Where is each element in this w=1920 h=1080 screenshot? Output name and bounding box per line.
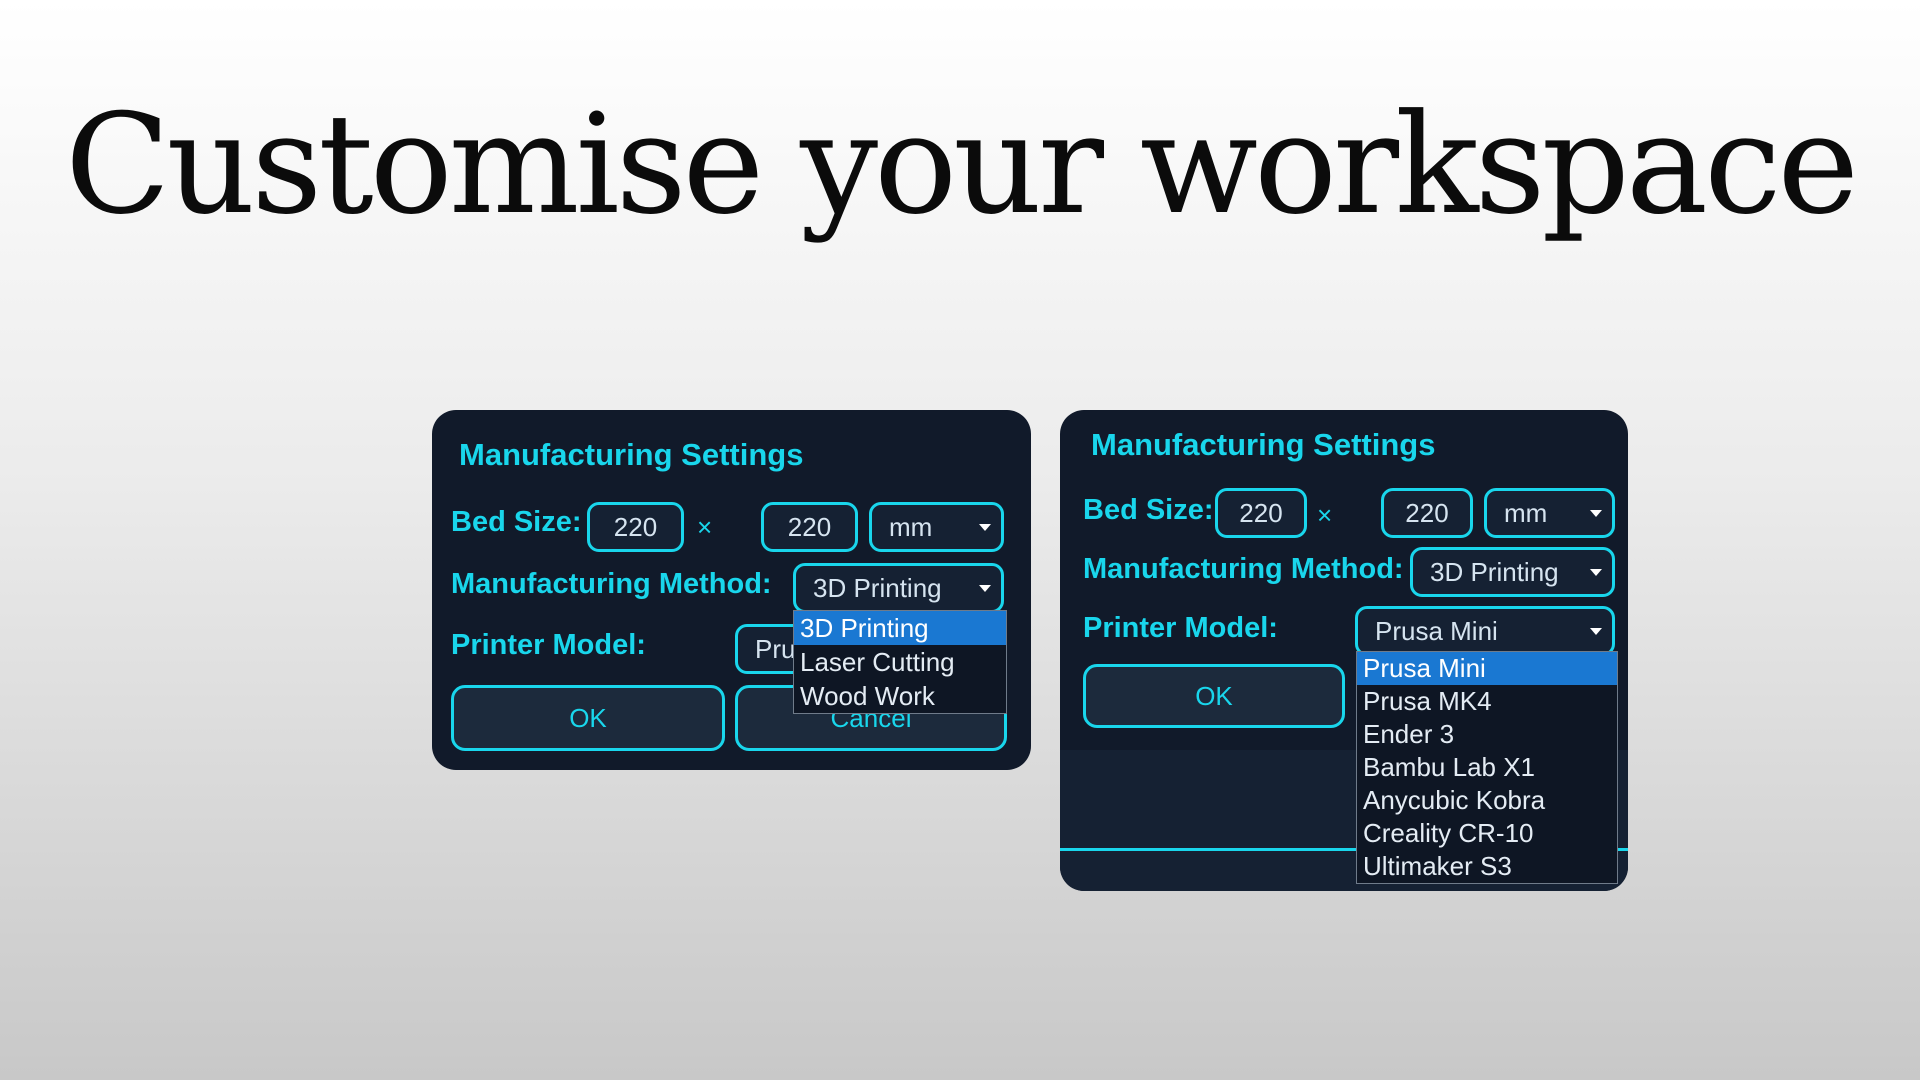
bed-depth-input[interactable]: 220	[761, 502, 858, 552]
ok-button[interactable]: OK	[451, 685, 725, 751]
chevron-down-icon	[1590, 569, 1602, 576]
manufacturing-settings-dialog-left: Manufacturing Settings Bed Size: 220 × 2…	[432, 410, 1031, 770]
manufacturing-method-value: 3D Printing	[813, 572, 942, 603]
chevron-down-icon	[979, 524, 991, 531]
bed-depth-input[interactable]: 220	[1381, 488, 1473, 538]
printer-model-select[interactable]: Prusa Mini	[1355, 606, 1615, 656]
dialog-title: Manufacturing Settings	[1091, 427, 1436, 462]
dropdown-option-wood-work[interactable]: Wood Work	[794, 679, 1006, 713]
times-sign: ×	[697, 512, 713, 542]
printer-model-label: Printer Model:	[451, 629, 646, 661]
manufacturing-method-select[interactable]: 3D Printing	[1410, 547, 1615, 597]
manufacturing-settings-dialog-right: Manufacturing Settings Bed Size: 220 × 2…	[1060, 410, 1628, 891]
printer-model-dropdown: Prusa Mini Prusa MK4 Ender 3 Bambu Lab X…	[1356, 651, 1618, 884]
dropdown-option-ender-3[interactable]: Ender 3	[1357, 718, 1617, 751]
dropdown-option-prusa-mini[interactable]: Prusa Mini	[1357, 652, 1617, 685]
dropdown-option-anycubic-kobra[interactable]: Anycubic Kobra	[1357, 784, 1617, 817]
dropdown-option-creality-cr-10[interactable]: Creality CR-10	[1357, 817, 1617, 850]
ok-button[interactable]: OK	[1083, 664, 1345, 728]
chevron-down-icon	[1590, 628, 1602, 635]
bed-width-input[interactable]: 220	[1215, 488, 1307, 538]
dropdown-option-bambu-lab-x1[interactable]: Bambu Lab X1	[1357, 751, 1617, 784]
printer-model-value: Prusa Mini	[1375, 615, 1498, 646]
dropdown-option-3d-printing[interactable]: 3D Printing	[794, 611, 1006, 645]
unit-value: mm	[889, 511, 933, 542]
dropdown-option-prusa-mk4[interactable]: Prusa MK4	[1357, 685, 1617, 718]
printer-model-value: Pru	[755, 633, 796, 664]
chevron-down-icon	[979, 585, 991, 592]
dropdown-option-ultimaker-s3[interactable]: Ultimaker S3	[1357, 850, 1617, 883]
manufacturing-method-label: Manufacturing Method:	[1083, 553, 1404, 585]
printer-model-label: Printer Model:	[1083, 612, 1278, 644]
bed-width-input[interactable]: 220	[587, 502, 684, 552]
manufacturing-method-dropdown: 3D Printing Laser Cutting Wood Work	[793, 610, 1007, 714]
manufacturing-method-label: Manufacturing Method:	[451, 568, 772, 600]
unit-select[interactable]: mm	[869, 502, 1004, 552]
manufacturing-method-select[interactable]: 3D Printing	[793, 563, 1004, 613]
dialog-title: Manufacturing Settings	[459, 437, 804, 472]
times-sign: ×	[1317, 500, 1333, 530]
page-headline: Customise your workspace	[64, 84, 1859, 245]
unit-value: mm	[1504, 497, 1548, 528]
bed-size-label: Bed Size:	[1083, 494, 1214, 526]
bed-size-label: Bed Size:	[451, 506, 582, 538]
chevron-down-icon	[1590, 510, 1602, 517]
unit-select[interactable]: mm	[1484, 488, 1615, 538]
dropdown-option-laser-cutting[interactable]: Laser Cutting	[794, 645, 1006, 679]
manufacturing-method-value: 3D Printing	[1430, 556, 1559, 587]
